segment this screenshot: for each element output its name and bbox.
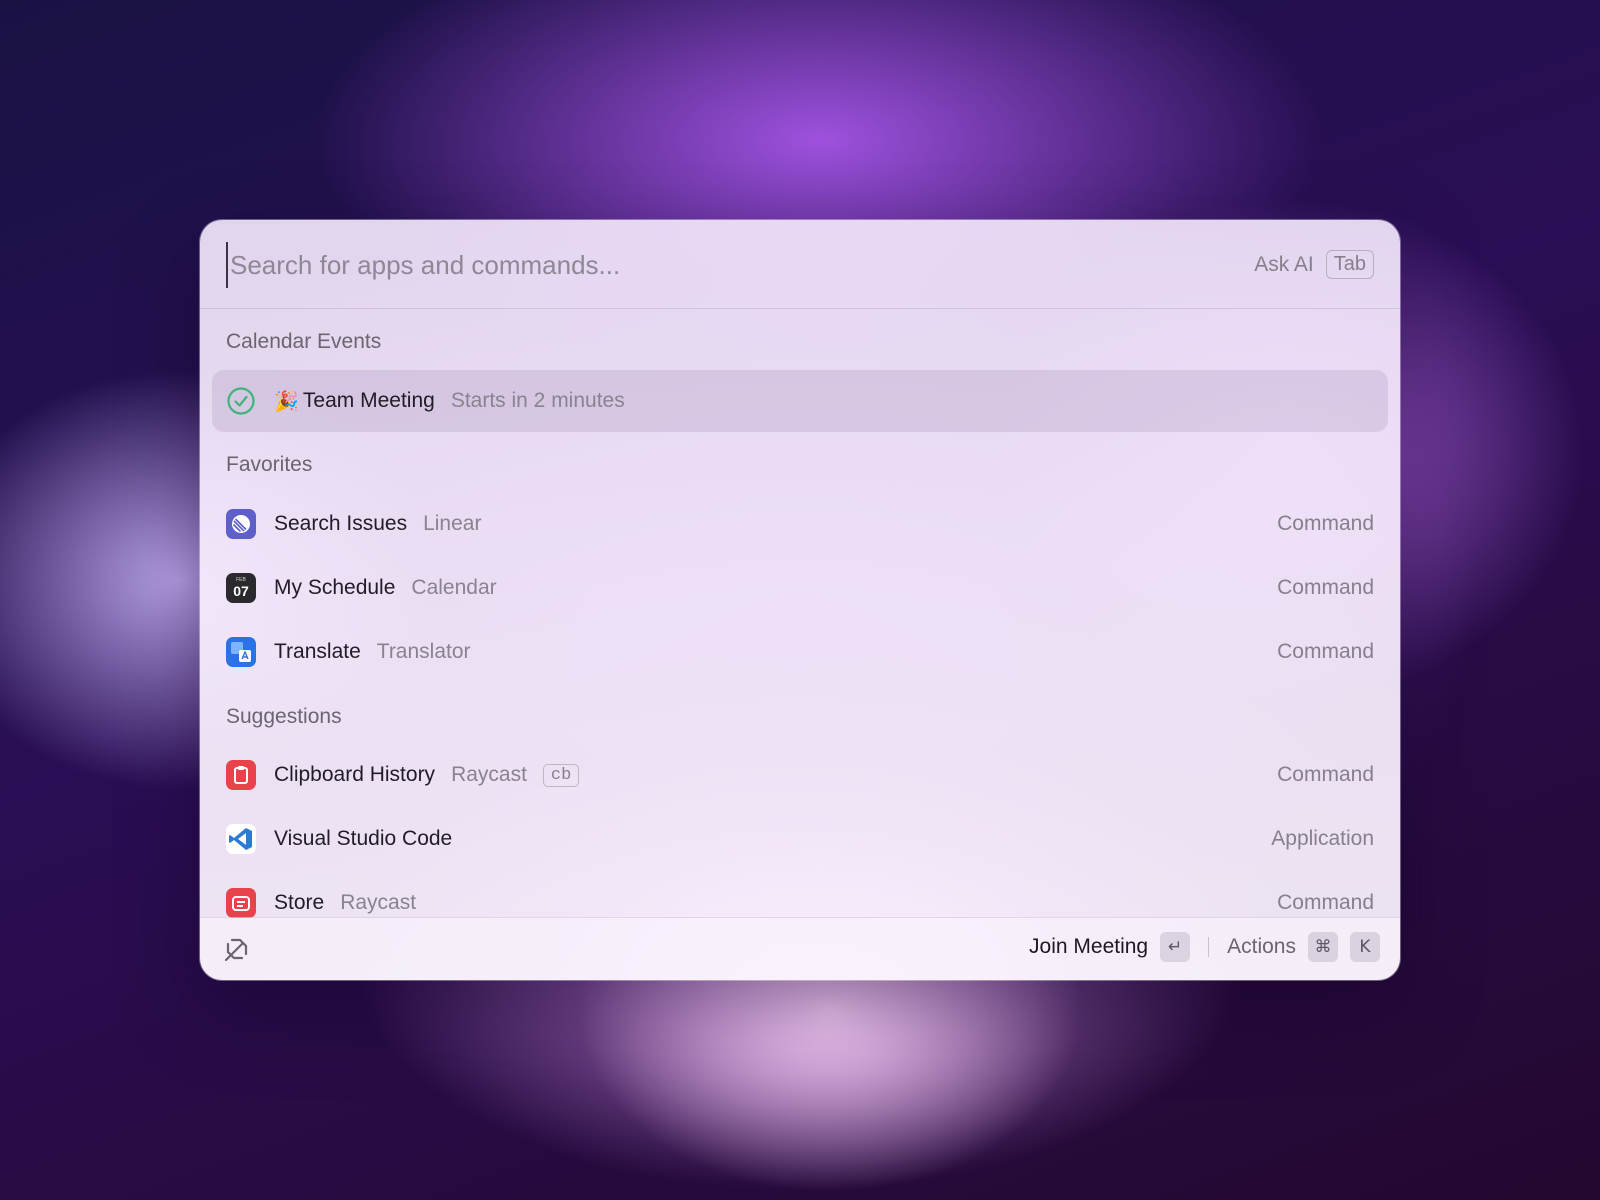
raycast-logo-icon <box>222 934 252 964</box>
list-item-translate[interactable]: Translate Translator Command <box>212 621 1388 683</box>
item-title: Visual Studio Code <box>274 827 453 850</box>
item-type: Application <box>1271 827 1374 850</box>
search-bar: Ask AI Tab <box>200 220 1400 309</box>
alias-badge: cb <box>542 763 580 787</box>
list-item-clipboard-history[interactable]: Clipboard History Raycast cb Command <box>212 744 1388 806</box>
join-meeting-button[interactable]: Join Meeting <box>1029 935 1148 959</box>
list-item-visual-studio-code[interactable]: Visual Studio Code Application <box>212 808 1388 870</box>
item-type: Command <box>1277 576 1374 599</box>
enter-key: ↵ <box>1160 932 1191 962</box>
calendar-icon-day: 07 <box>233 583 249 599</box>
item-type: Command <box>1277 512 1374 535</box>
clipboard-icon <box>226 760 256 790</box>
section-calendar-events: Calendar Events <box>226 330 382 353</box>
item-subtitle: Starts in 2 minutes <box>450 389 625 412</box>
item-type: Command <box>1277 640 1374 663</box>
tab-key: Tab <box>1325 250 1374 279</box>
section-favorites: Favorites <box>226 453 313 476</box>
item-title: My Schedule <box>274 576 396 599</box>
list-item-team-meeting[interactable]: 🎉 Team Meeting Starts in 2 minutes <box>212 370 1388 432</box>
item-type: Command <box>1277 763 1374 786</box>
translator-icon <box>226 637 256 667</box>
item-title: Team Meeting <box>302 389 435 412</box>
item-subtitle: Translator <box>376 640 471 663</box>
linear-icon <box>226 509 256 539</box>
k-key: K <box>1350 932 1380 962</box>
actions-button[interactable]: Actions <box>1227 935 1296 959</box>
item-title: Search Issues <box>274 512 408 535</box>
command-key: ⌘ <box>1308 932 1338 962</box>
item-subtitle: Calendar <box>411 576 497 599</box>
list-item-my-schedule[interactable]: FEB 07 My Schedule Calendar Command <box>212 557 1388 619</box>
raycast-window: Ask AI Tab Calendar Events 🎉 Team Meetin… <box>200 220 1400 980</box>
vscode-icon <box>226 824 256 854</box>
list-item-search-issues[interactable]: Search Issues Linear Command <box>212 493 1388 555</box>
ask-ai-label: Ask AI <box>1254 252 1314 276</box>
store-icon <box>226 888 256 918</box>
item-title: Translate <box>274 640 361 663</box>
footer-actions: Join Meeting ↵ Actions ⌘ K <box>1029 932 1380 962</box>
item-subtitle: Linear <box>423 512 482 535</box>
item-title: Store <box>274 891 325 914</box>
search-input[interactable] <box>226 242 1132 288</box>
item-title: Clipboard History <box>274 763 436 786</box>
section-suggestions: Suggestions <box>226 705 342 728</box>
calendar-icon: FEB 07 <box>226 573 256 603</box>
footer-divider <box>1208 937 1210 957</box>
ask-ai-hint[interactable]: Ask AI Tab <box>1254 250 1374 279</box>
action-bar: Join Meeting ↵ Actions ⌘ K <box>200 917 1400 980</box>
item-subtitle: Raycast <box>451 763 527 786</box>
item-subtitle: Raycast <box>340 891 417 914</box>
item-type: Command <box>1277 891 1374 914</box>
party-emoji: 🎉 <box>274 390 299 413</box>
check-circle-icon <box>226 386 256 416</box>
